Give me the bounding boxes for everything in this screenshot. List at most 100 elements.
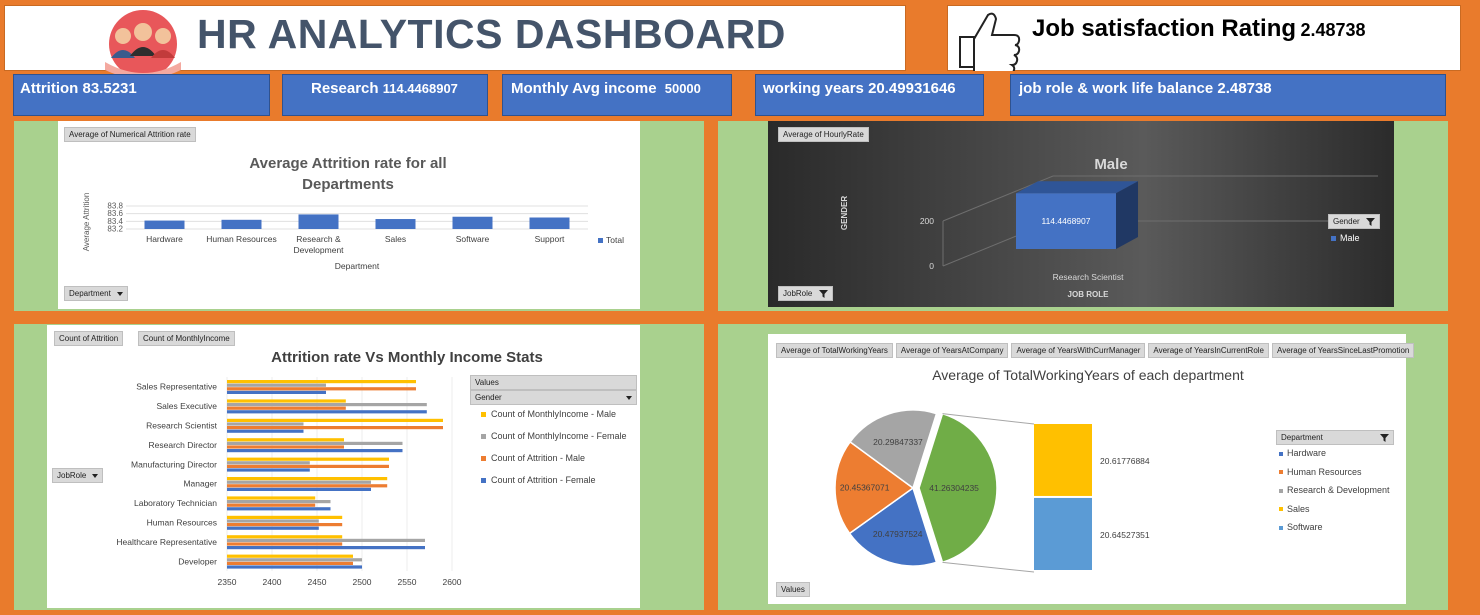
bar-segment [227, 546, 425, 550]
secondary-bar [1034, 497, 1092, 570]
filter-icon [818, 289, 828, 298]
bar-segment [227, 406, 346, 410]
legend-label: Sales [1287, 503, 1310, 514]
legend-label: Count of MonthlyIncome - Female [491, 431, 627, 441]
male-3d-bar-chart: Male 0 200 114.4468907 Research Scientist JOB… [840, 156, 1378, 299]
bar-segment [227, 464, 389, 468]
legend-button-label: Gender [1333, 217, 1360, 226]
thumbs-up-icon [959, 12, 1021, 71]
legend-item: Hardware [1279, 448, 1390, 467]
y-tick-label: Research Scientist [146, 421, 218, 431]
legend-label: Male [1340, 233, 1360, 243]
panel-working-years: Average of TotalWorkingYears Average of Y… [718, 324, 1448, 610]
legend-item: Count of MonthlyIncome - Male [481, 409, 627, 431]
kpi-label: Research [311, 80, 379, 97]
bar-research-development [298, 214, 339, 229]
bar-segment [227, 387, 416, 391]
legend-swatch [1331, 236, 1336, 241]
bar-segment [227, 480, 371, 484]
legend-button-label: Department [1281, 433, 1323, 442]
kpi-value: 83.5231 [82, 80, 137, 97]
bar-sales [375, 219, 416, 229]
legend-item: Software [1279, 522, 1390, 541]
y-tick-label: Sales Representative [136, 382, 217, 392]
bar-segment [227, 445, 344, 449]
y-tick-label: 83.4 [107, 217, 123, 226]
x-tick-label: 2500 [353, 577, 372, 587]
x-tick-label: 2450 [308, 577, 327, 587]
legend-swatch [1279, 451, 1283, 456]
secondary-label: 20.64527351 [1100, 530, 1150, 540]
dropdown-arrow-icon [626, 396, 632, 400]
secondary-label: 20.61776884 [1100, 456, 1150, 466]
bar-segment [227, 554, 353, 558]
y-axis-label: GENDER [840, 196, 849, 230]
job-satisfaction-label: Job satisfaction Rating [1032, 15, 1297, 42]
hourly-rate-chart-card: Average of HourlyRate Male 0 200 114.446890… [768, 121, 1394, 307]
bar-human-resources [221, 219, 262, 229]
legend-item: Count of Attrition - Male [481, 453, 627, 475]
kpi-value: 50000 [664, 81, 701, 96]
bar-segment [227, 418, 443, 422]
bar-segment [227, 519, 319, 523]
y-tick-label: Manufacturing Director [131, 459, 217, 469]
people-hand-icon [105, 10, 181, 78]
filter-icon [1365, 217, 1375, 226]
dropdown-arrow-icon [116, 291, 123, 296]
jobrole-filter-button[interactable]: JobRole [778, 286, 833, 301]
legend-label: Software [1287, 522, 1323, 532]
chart-title: Male [1094, 156, 1127, 173]
slice-label: 41.26304235 [929, 483, 979, 493]
bar-segment [227, 565, 362, 569]
x-tick-label: Software [456, 234, 490, 244]
bar-segment [227, 535, 343, 539]
secondary-bar [1034, 424, 1092, 496]
legend-swatch [1279, 507, 1283, 512]
gender-legend-button[interactable]: Gender [1328, 214, 1380, 229]
bar-support [529, 217, 570, 229]
y-tick-label: Human Resources [147, 518, 217, 528]
legend-swatch [1279, 488, 1283, 493]
bar-segment [227, 383, 326, 387]
legend-item: Count of MonthlyIncome - Female [481, 431, 627, 453]
panel-income-attrition: Count of Attrition Count of MonthlyIncom… [14, 324, 704, 610]
values-button[interactable]: Values [776, 582, 810, 597]
dropdown-arrow-icon [92, 473, 99, 478]
bar-segment [227, 487, 371, 491]
department-filter-button[interactable]: Department [64, 286, 128, 301]
bar-segment [227, 441, 403, 445]
bar-segment [227, 503, 316, 507]
bar-segment [227, 429, 304, 433]
x-tick-label: 2400 [263, 577, 282, 587]
kpi-label: working years [763, 80, 864, 97]
legend-item: Human Resources [1279, 467, 1390, 486]
job-satisfaction-text: Job satisfaction Rating 2.48738 [1032, 15, 1366, 43]
slice-label: 20.45367071 [840, 483, 890, 493]
x-tick-label: Human Resources [206, 234, 276, 244]
legend-swatch [481, 478, 486, 483]
department-legend: Hardware Human Resources Research & Develo… [1279, 448, 1390, 541]
y-tick-label: Developer [178, 556, 217, 566]
legend-button-label: Gender [475, 393, 502, 402]
bar-segment [227, 449, 403, 453]
legend-item: Count of Attrition - Female [481, 475, 627, 497]
kpi-monthly-income: Monthly Avg income 50000 [502, 74, 732, 116]
filter-icon [1380, 434, 1389, 442]
y-tick-label: Laboratory Technician [134, 498, 217, 508]
y-tick-label: Healthcare Representative [116, 537, 217, 547]
job-satisfaction-value: 2.48738 [1300, 20, 1366, 40]
kpi-value: 20.49931646 [868, 80, 956, 97]
jobrole-row-button[interactable]: JobRole [52, 468, 104, 483]
slice-label: 20.47937524 [873, 529, 923, 539]
back-wall-edge [942, 175, 1378, 222]
y-axis-label: Average Attrition [82, 193, 91, 252]
kpi-research: Research 114.4468907 [282, 74, 488, 116]
legend-label: Research & Development [1287, 485, 1390, 495]
bar-segment [227, 484, 388, 488]
kpi-work-life-balance: job role & work life balance 2.48738 [1010, 74, 1446, 116]
department-legend-button[interactable]: Department [1276, 430, 1394, 445]
kpi-value: 2.48738 [1217, 80, 1272, 97]
legend-item: Research & Development [1279, 485, 1390, 504]
gender-legend-button[interactable]: Gender [470, 390, 637, 405]
panel-attrition: Average of Numerical Attrition rate Aver… [14, 121, 704, 311]
